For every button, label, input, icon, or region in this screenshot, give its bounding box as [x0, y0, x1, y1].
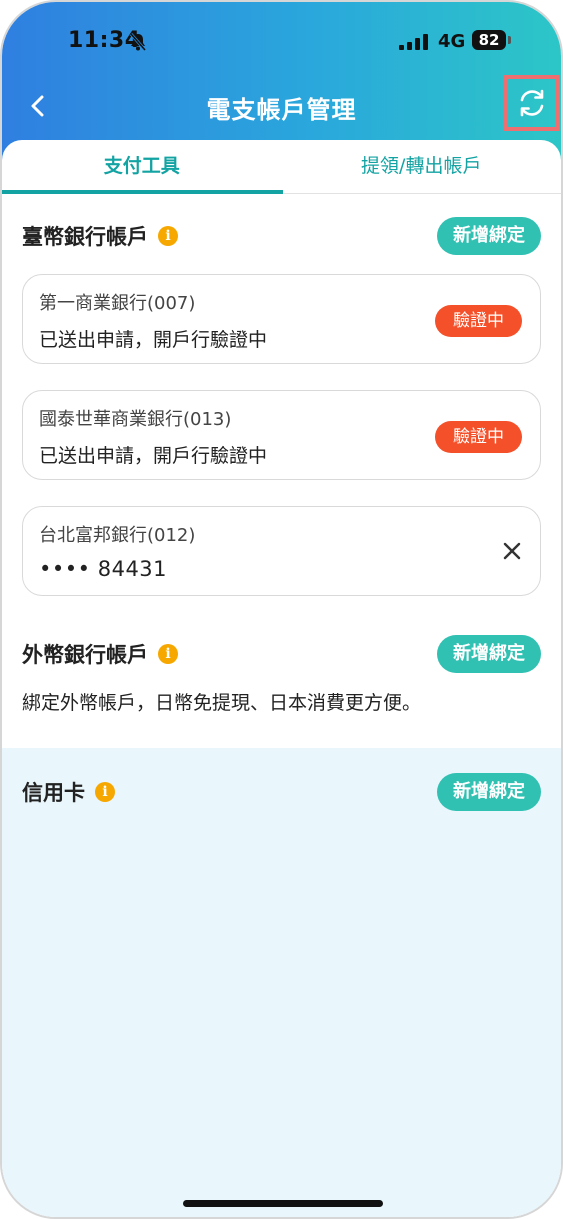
twd-add-binding-button[interactable]: 新增綁定 — [437, 217, 541, 255]
bell-muted-icon — [128, 32, 148, 56]
foreign-section-title: 外幣銀行帳戶 — [22, 643, 148, 667]
page-title: 電支帳戶管理 — [206, 96, 357, 124]
tab-bar: 支付工具 提領/轉出帳戶 — [2, 140, 561, 194]
battery-tip — [508, 36, 511, 44]
close-icon — [503, 542, 521, 560]
twd-section-title: 臺幣銀行帳戶 — [22, 225, 148, 249]
header: 11:34 4G 82 電支帳戶管理 — [2, 2, 561, 162]
tab-active-indicator — [2, 190, 283, 194]
foreign-bank-section: 外幣銀行帳戶 i 新增綁定 綁定外幣帳戶，日幣免提現、日本消費更方便。 — [2, 634, 561, 715]
info-icon[interactable]: i — [95, 782, 115, 802]
remove-account-button[interactable] — [500, 539, 524, 563]
bank-account-card[interactable]: 國泰世華商業銀行(013) 已送出申請，開戶行驗證中 驗證中 — [22, 390, 541, 480]
status-bar: 11:34 4G 82 — [2, 28, 561, 62]
info-icon[interactable]: i — [158, 226, 178, 246]
phone-screen: 11:34 4G 82 電支帳戶管理 支付工具 提領/轉出帳戶 臺幣銀行帳戶 i… — [0, 0, 563, 1219]
credit-section-title: 信用卡 — [22, 781, 85, 805]
credit-add-binding-button[interactable]: 新增綁定 — [437, 773, 541, 811]
foreign-section-header: 外幣銀行帳戶 i 新增綁定 — [22, 634, 541, 674]
signal-icon — [399, 34, 429, 54]
bank-account-card[interactable]: 台北富邦銀行(012) •••• 84431 — [22, 506, 541, 596]
twd-section-header: 臺幣銀行帳戶 i 新增綁定 — [22, 216, 541, 256]
battery-icon: 82 — [472, 30, 506, 50]
info-icon[interactable]: i — [158, 644, 178, 664]
credit-section-header: 信用卡 i 新增綁定 — [22, 772, 541, 812]
home-indicator — [183, 1200, 383, 1207]
bank-name: 台北富邦銀行(012) — [39, 525, 196, 546]
twd-bank-section: 臺幣銀行帳戶 i 新增綁定 第一商業銀行(007) 已送出申請，開戶行驗證中 驗… — [2, 216, 561, 596]
refresh-button[interactable] — [504, 75, 560, 131]
status-badge: 驗證中 — [435, 305, 522, 337]
refresh-icon — [520, 89, 544, 117]
tab-withdraw-accounts[interactable]: 提領/轉出帳戶 — [282, 140, 562, 193]
foreign-section-description: 綁定外幣帳戶，日幣免提現、日本消費更方便。 — [22, 692, 422, 714]
battery-level: 82 — [478, 31, 500, 49]
foreign-add-binding-button[interactable]: 新增綁定 — [437, 635, 541, 673]
main-content: 支付工具 提領/轉出帳戶 臺幣銀行帳戶 i 新增綁定 第一商業銀行(007) 已… — [2, 140, 561, 1217]
status-badge: 驗證中 — [435, 421, 522, 453]
network-type: 4G — [438, 31, 466, 52]
tab-payment-tools[interactable]: 支付工具 — [2, 140, 282, 193]
nav-bar: 電支帳戶管理 — [2, 75, 561, 134]
credit-card-section: 信用卡 i 新增綁定 — [2, 748, 561, 1217]
bank-account-card[interactable]: 第一商業銀行(007) 已送出申請，開戶行驗證中 驗證中 — [22, 274, 541, 364]
masked-account-number: •••• 84431 — [39, 557, 168, 581]
